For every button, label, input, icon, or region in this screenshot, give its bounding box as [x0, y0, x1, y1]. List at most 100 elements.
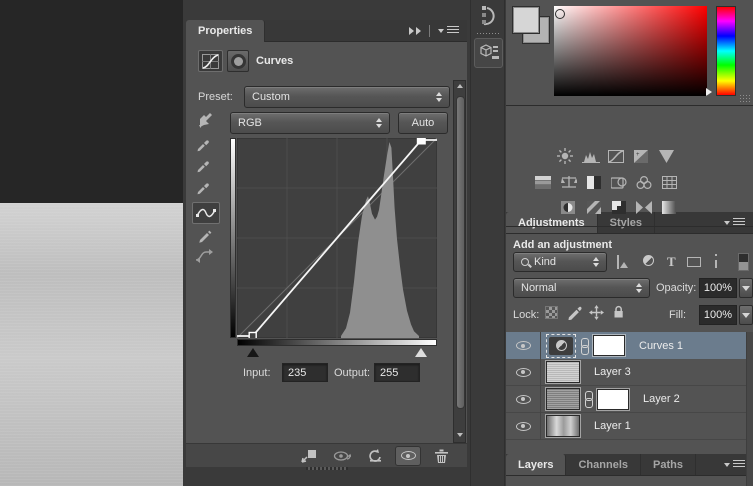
panel-menu-icon[interactable] [724, 460, 745, 469]
tab-paths[interactable]: Paths [641, 454, 696, 475]
highlight-input-slider[interactable] [415, 348, 428, 357]
selective-color-icon[interactable] [660, 200, 678, 214]
mask-link-icon[interactable] [580, 337, 589, 355]
3d-panel-icon[interactable] [474, 38, 503, 68]
filter-type-layers-icon[interactable]: T [667, 254, 676, 270]
input-value-field[interactable] [282, 363, 328, 382]
tab-properties[interactable]: Properties [186, 20, 266, 42]
hue-strip[interactable] [716, 6, 736, 96]
channel-mixer-icon[interactable] [635, 175, 653, 189]
opacity-value-field[interactable]: 100% [699, 278, 737, 298]
collapse-to-icons-icon[interactable] [409, 26, 421, 35]
hue-marker-icon[interactable] [706, 88, 712, 96]
color-picker-marker[interactable] [555, 9, 565, 19]
brightness-contrast-icon[interactable] [556, 148, 574, 164]
properties-scrollbar[interactable] [453, 80, 466, 443]
lock-transparency-icon[interactable] [545, 306, 558, 319]
fill-dropdown-icon[interactable] [739, 305, 753, 325]
filter-toggle-switch[interactable] [738, 253, 749, 271]
layer-mask-thumbnail[interactable] [593, 335, 625, 356]
targeted-adjustment-tool-icon[interactable] [196, 110, 216, 133]
layer-name[interactable]: Layer 1 [594, 420, 631, 432]
filter-pixel-layers-icon[interactable] [617, 255, 619, 269]
toggle-previous-state-icon[interactable] [329, 446, 355, 466]
layer-name[interactable]: Layer 2 [643, 393, 680, 405]
auto-button[interactable]: Auto [398, 112, 448, 134]
fill-value-field[interactable]: 100% [699, 305, 737, 325]
color-lookup-icon[interactable] [660, 175, 678, 189]
smooth-curve-icon[interactable] [194, 249, 214, 263]
blend-mode-dropdown[interactable]: Normal [513, 278, 650, 298]
visibility-cell[interactable] [506, 385, 541, 413]
visibility-cell[interactable] [506, 358, 541, 386]
tab-channels[interactable]: Channels [566, 454, 641, 475]
document-canvas[interactable] [0, 0, 183, 486]
visibility-cell[interactable] [506, 332, 541, 359]
preset-dropdown[interactable]: Custom [244, 86, 450, 108]
output-value-field[interactable] [374, 363, 420, 382]
black-white-icon[interactable] [585, 175, 603, 189]
layer-name[interactable]: Curves 1 [639, 340, 683, 352]
visibility-cell[interactable] [506, 412, 541, 440]
posterize-icon[interactable] [585, 200, 603, 214]
curves-graph[interactable] [236, 135, 438, 341]
color-panel-resize-grip[interactable] [739, 94, 751, 103]
edit-points-tool-button[interactable] [192, 202, 220, 224]
lock-all-icon[interactable] [613, 305, 624, 322]
vibrance-icon[interactable] [657, 149, 675, 163]
lock-position-icon[interactable] [589, 305, 604, 323]
layer-row-layer-3[interactable]: Layer 3 [506, 358, 746, 386]
invert-icon[interactable] [559, 200, 577, 214]
layer-mask-thumbnail[interactable] [597, 388, 629, 410]
panel-menu-icon[interactable] [438, 26, 459, 35]
curve-white-point[interactable] [416, 135, 426, 145]
blend-mode-value: Normal [521, 282, 557, 294]
pencil-tool-icon[interactable] [197, 228, 212, 243]
curves-adjustment-thumbnail[interactable] [549, 336, 573, 355]
filter-smart-objects-icon[interactable] [715, 254, 717, 268]
scrollbar-thumb[interactable] [456, 96, 465, 409]
white-point-eyedropper-icon[interactable] [196, 180, 211, 195]
layers-scrollbar-track[interactable] [746, 332, 753, 486]
scroll-up-icon[interactable] [457, 84, 463, 88]
tab-layers[interactable]: Layers [506, 454, 567, 475]
history-panel-icon[interactable] [478, 4, 500, 28]
visibility-toggle-icon[interactable] [395, 445, 421, 466]
delete-adjustment-icon[interactable] [428, 446, 454, 466]
photo-filter-icon[interactable] [610, 175, 628, 189]
curves-icon[interactable] [607, 149, 625, 163]
gray-point-eyedropper-icon[interactable] [196, 158, 211, 173]
levels-icon[interactable] [582, 149, 600, 163]
channel-dropdown[interactable]: RGB [230, 112, 390, 134]
lock-pixels-icon[interactable] [567, 305, 582, 323]
curves-adjustment-icon[interactable] [198, 50, 223, 72]
reset-icon[interactable] [362, 446, 388, 466]
shadow-input-slider[interactable] [246, 348, 259, 357]
clip-to-layer-state-button[interactable] [227, 50, 249, 72]
mask-link-icon[interactable] [584, 391, 593, 408]
gradient-map-icon[interactable] [635, 200, 653, 214]
opacity-dropdown-icon[interactable] [739, 278, 753, 298]
filter-adjustment-layers-icon[interactable] [643, 255, 654, 266]
black-point-eyedropper-icon[interactable] [196, 137, 211, 152]
foreground-color-swatch[interactable] [513, 7, 539, 33]
layer-filter-dropdown[interactable]: Kind [513, 252, 607, 272]
color-balance-icon[interactable] [560, 175, 578, 189]
layer-thumbnail[interactable] [546, 361, 580, 383]
saturation-brightness-field[interactable] [554, 6, 707, 96]
clip-to-layer-icon[interactable] [296, 446, 322, 466]
threshold-icon[interactable] [610, 200, 628, 214]
exposure-icon[interactable]: + [632, 149, 650, 163]
hue-saturation-icon[interactable] [534, 175, 552, 189]
filter-shape-layers-icon[interactable] [687, 257, 701, 267]
layer-thumbnail[interactable] [546, 388, 580, 410]
layer-row-layer-1[interactable]: Layer 1 [506, 412, 746, 440]
layer-row-layer-2[interactable]: Layer 2 [506, 385, 746, 413]
layer-row-curves-1[interactable]: Curves 1 [506, 332, 746, 359]
layer-thumbnail[interactable] [546, 415, 580, 437]
panel-drag-grip[interactable] [306, 467, 348, 470]
layer-name[interactable]: Layer 3 [594, 366, 631, 378]
scroll-down-icon[interactable] [457, 433, 463, 437]
dock-drag-grip[interactable] [476, 32, 500, 35]
curve-black-point[interactable] [248, 331, 257, 341]
